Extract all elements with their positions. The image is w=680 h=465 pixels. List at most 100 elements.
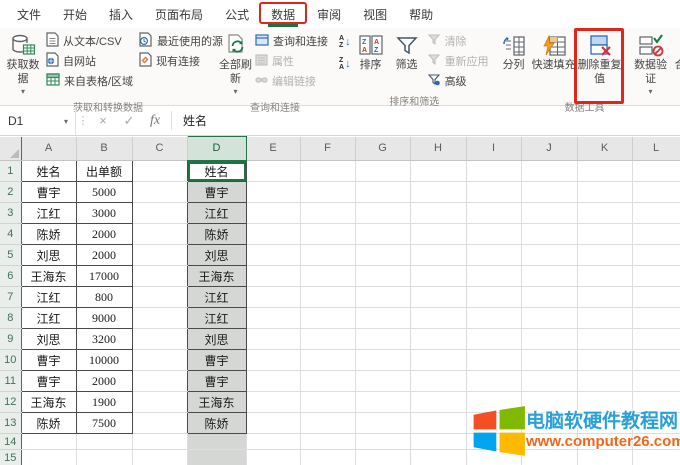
grid-cell-a13[interactable]: 陈娇 (21, 413, 76, 434)
grid-cell-j3[interactable] (521, 203, 577, 224)
grid-cell-g7[interactable] (355, 287, 410, 308)
grid-cell-f11[interactable] (300, 371, 355, 392)
grid-cell-h7[interactable] (410, 287, 466, 308)
grid-cell-b9[interactable]: 3200 (76, 329, 132, 350)
grid-cell-j5[interactable] (521, 245, 577, 266)
advanced-filter-button[interactable]: 高级 (425, 71, 492, 91)
grid-cell-l8[interactable] (632, 308, 680, 329)
grid-cell-f1[interactable] (300, 161, 355, 182)
grid-cell-c10[interactable] (132, 350, 187, 371)
row-header[interactable]: 15 (0, 450, 21, 465)
grid-cell-c3[interactable] (132, 203, 187, 224)
grid-cell-d8[interactable]: 江红 (187, 308, 246, 329)
grid-cell-g9[interactable] (355, 329, 410, 350)
formula-input[interactable]: 姓名 (175, 106, 680, 135)
grid-cell-g13[interactable] (355, 413, 410, 434)
grid-cell-j1[interactable] (521, 161, 577, 182)
column-header-a[interactable]: A (21, 137, 76, 161)
grid-cell-g4[interactable] (355, 224, 410, 245)
grid-cell-a11[interactable]: 曹宇 (21, 371, 76, 392)
menu-tab-active[interactable]: 数据 (260, 0, 306, 28)
row-header[interactable]: 11 (0, 371, 21, 392)
row-header[interactable]: 3 (0, 203, 21, 224)
grid-cell-d14[interactable] (187, 434, 246, 450)
grid-cell-b12[interactable]: 1900 (76, 392, 132, 413)
grid-cell-j7[interactable] (521, 287, 577, 308)
grid-cell-h8[interactable] (410, 308, 466, 329)
grid-cell-i2[interactable] (466, 182, 521, 203)
menu-tab[interactable]: 页面布局 (144, 0, 214, 28)
grid-cell-a6[interactable]: 王海东 (21, 266, 76, 287)
grid-cell-b7[interactable]: 800 (76, 287, 132, 308)
grid-cell-j9[interactable] (521, 329, 577, 350)
grid-cell-d9[interactable]: 刘思 (187, 329, 246, 350)
grid-cell-b11[interactable]: 2000 (76, 371, 132, 392)
existing-connections-button[interactable]: 现有连接 (136, 51, 226, 71)
grid-cell-e7[interactable] (246, 287, 300, 308)
grid-cell-i4[interactable] (466, 224, 521, 245)
grid-cell-h13[interactable] (410, 413, 466, 434)
grid-cell-g6[interactable] (355, 266, 410, 287)
grid-cell-b6[interactable]: 17000 (76, 266, 132, 287)
column-header-g[interactable]: G (355, 137, 410, 161)
grid-cell-h6[interactable] (410, 266, 466, 287)
name-box[interactable]: D1 ▾ (0, 106, 76, 135)
from-table-range-button[interactable]: 来自表格/区域 (43, 71, 136, 91)
grid-cell-f14[interactable] (300, 434, 355, 450)
grid-cell-h15[interactable] (410, 450, 466, 465)
sort-descending-button[interactable]: ZA ↓ (337, 53, 353, 75)
grid-cell-a15[interactable] (21, 450, 76, 465)
grid-cell-c8[interactable] (132, 308, 187, 329)
grid-cell-f13[interactable] (300, 413, 355, 434)
column-header-h[interactable]: H (410, 137, 466, 161)
grid-cell-i9[interactable] (466, 329, 521, 350)
grid-cell-k4[interactable] (577, 224, 632, 245)
grid-cell-d1[interactable]: 姓名 (187, 161, 246, 182)
column-header-k[interactable]: K (577, 137, 632, 161)
grid-cell-a7[interactable]: 江红 (21, 287, 76, 308)
grid-cell-c9[interactable] (132, 329, 187, 350)
row-header[interactable]: 4 (0, 224, 21, 245)
filter-button[interactable]: 筛选 (389, 31, 425, 73)
grid-cell-e6[interactable] (246, 266, 300, 287)
grid-cell-i10[interactable] (466, 350, 521, 371)
grid-cell-l1[interactable] (632, 161, 680, 182)
grid-cell-a2[interactable]: 曹宇 (21, 182, 76, 203)
grid-cell-a14[interactable] (21, 434, 76, 450)
grid-cell-h3[interactable] (410, 203, 466, 224)
grid-cell-f8[interactable] (300, 308, 355, 329)
grid-cell-k8[interactable] (577, 308, 632, 329)
grid-cell-b14[interactable] (76, 434, 132, 450)
grid-cell-e3[interactable] (246, 203, 300, 224)
grid-cell-c2[interactable] (132, 182, 187, 203)
grid-cell-i11[interactable] (466, 371, 521, 392)
grid-cell-e14[interactable] (246, 434, 300, 450)
grid-cell-h14[interactable] (410, 434, 466, 450)
grid-cell-a9[interactable]: 刘思 (21, 329, 76, 350)
flash-fill-button[interactable]: 快速填充 (530, 31, 578, 73)
grid-cell-l6[interactable] (632, 266, 680, 287)
grid-cell-d12[interactable]: 王海东 (187, 392, 246, 413)
grid-cell-a10[interactable]: 曹宇 (21, 350, 76, 371)
grid-cell-e10[interactable] (246, 350, 300, 371)
grid-cell-k10[interactable] (577, 350, 632, 371)
column-header-c[interactable]: C (132, 137, 187, 161)
grid-cell-k6[interactable] (577, 266, 632, 287)
grid-cell-f2[interactable] (300, 182, 355, 203)
recent-sources-button[interactable]: 最近使用的源 (136, 31, 226, 51)
grid-cell-f10[interactable] (300, 350, 355, 371)
grid-cell-i1[interactable] (466, 161, 521, 182)
grid-cell-e9[interactable] (246, 329, 300, 350)
menu-tab[interactable]: 帮助 (398, 0, 444, 28)
grid-cell-b2[interactable]: 5000 (76, 182, 132, 203)
column-header-b[interactable]: B (76, 137, 132, 161)
row-header[interactable]: 6 (0, 266, 21, 287)
grid-cell-k5[interactable] (577, 245, 632, 266)
cancel-icon[interactable]: × (90, 106, 116, 135)
grid-cell-g1[interactable] (355, 161, 410, 182)
grid-cell-g12[interactable] (355, 392, 410, 413)
grid-cell-h10[interactable] (410, 350, 466, 371)
row-header[interactable]: 8 (0, 308, 21, 329)
grid-cell-c5[interactable] (132, 245, 187, 266)
grid-cell-l9[interactable] (632, 329, 680, 350)
